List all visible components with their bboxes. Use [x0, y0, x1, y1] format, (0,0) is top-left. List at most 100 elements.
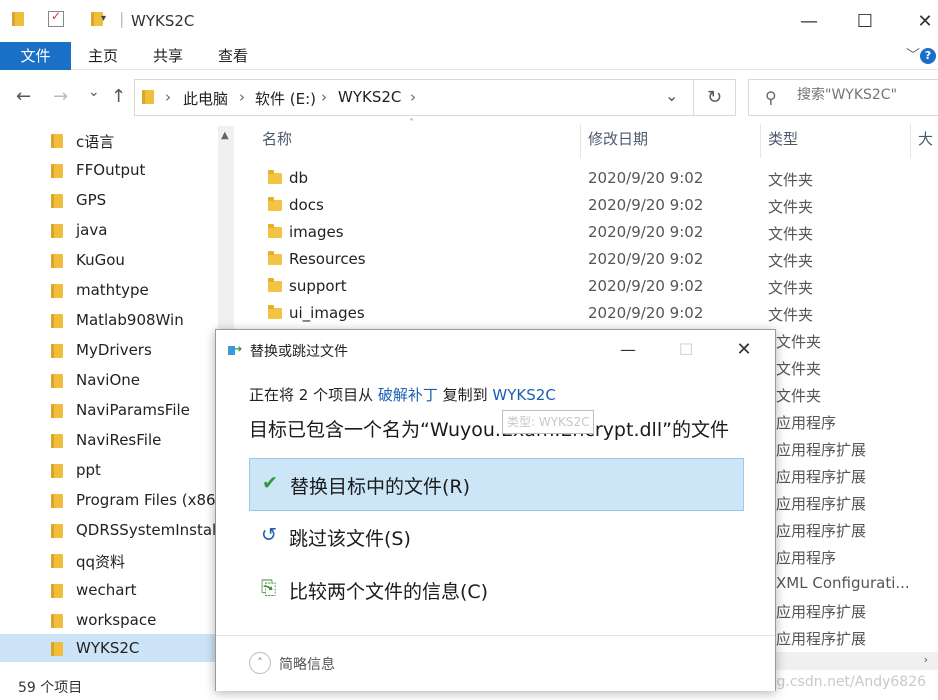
folder-icon — [51, 344, 63, 358]
file-row[interactable]: db 2020/9/20 9:02 文件夹 — [248, 165, 938, 192]
breadcrumb-wyks2c[interactable]: WYKS2C — [338, 88, 401, 106]
column-header-date[interactable]: 修改日期 — [588, 128, 648, 156]
column-header-size[interactable]: 大 — [918, 128, 933, 156]
skip-arrow-icon: ↺ — [261, 524, 277, 546]
sidebar-item-label: wechart — [76, 581, 137, 599]
forward-arrow-icon[interactable]: → — [53, 86, 68, 107]
folder-icon — [268, 278, 282, 292]
sidebar-item[interactable]: workspace — [0, 606, 218, 636]
copy-progress-text: 正在将 2 个项目从 破解补丁 复制到 WYKS2C — [249, 384, 556, 405]
close-button[interactable]: ✕ — [905, 8, 938, 36]
breadcrumb-this-pc[interactable]: 此电脑 — [183, 88, 228, 109]
folder-icon — [51, 404, 63, 418]
folder-icon — [268, 305, 282, 319]
sidebar-item-label: java — [76, 221, 108, 239]
sidebar-item[interactable]: NaviParamsFile — [0, 396, 218, 426]
tab-view[interactable]: 查看 — [210, 42, 256, 70]
destination-folder-link[interactable]: WYKS2C — [492, 386, 555, 404]
breadcrumb-drive-e[interactable]: 软件 (E:) — [255, 88, 316, 109]
folder-icon — [51, 524, 63, 538]
folder-icon — [51, 134, 63, 148]
compare-files-option[interactable]: ⎘ 比较两个文件的信息(C) — [249, 564, 744, 617]
skip-file-option[interactable]: ↺ 跳过该文件(S) — [249, 511, 744, 564]
dialog-footer: ˄ 简略信息 — [216, 635, 775, 691]
column-divider[interactable] — [910, 124, 911, 158]
sort-ascending-icon: ˄ — [409, 118, 414, 129]
scroll-right-icon[interactable]: › — [924, 653, 928, 666]
help-icon[interactable]: ? — [920, 48, 936, 64]
sidebar-item[interactable]: QDRSSystemInstall — [0, 516, 220, 546]
tab-file[interactable]: 文件 — [0, 42, 71, 70]
sidebar-item[interactable]: mathtype — [0, 276, 218, 306]
sidebar-item[interactable]: qq资料 — [0, 546, 218, 576]
file-row[interactable]: docs 2020/9/20 9:02 文件夹 — [248, 192, 938, 219]
sidebar-item[interactable]: c语言 — [0, 126, 218, 156]
file-type: 文件夹 — [776, 360, 822, 378]
replace-file-option[interactable]: ✔ 替换目标中的文件(R) — [249, 458, 744, 511]
copy-files-icon: ➜ — [228, 344, 244, 356]
file-row[interactable]: support 2020/9/20 9:02 文件夹 — [248, 273, 938, 300]
sidebar-item[interactable]: FFOutput — [0, 156, 218, 186]
tab-share[interactable]: 共享 — [145, 42, 191, 70]
sidebar-item[interactable]: Program Files (x86) — [0, 486, 221, 516]
file-type: 应用程序扩展 — [776, 630, 867, 648]
sidebar-item-selected[interactable]: WYKS2C — [0, 634, 218, 662]
option-label: 比较两个文件的信息(C) — [289, 581, 489, 603]
column-header-name[interactable]: 名称 — [262, 128, 292, 156]
sidebar-item[interactable]: GPS — [0, 186, 218, 216]
back-arrow-icon[interactable]: ← — [16, 86, 31, 107]
file-row[interactable]: images 2020/9/20 9:02 文件夹 — [248, 219, 938, 246]
sidebar-item[interactable]: wechart — [0, 576, 218, 606]
sidebar-item-label: c语言 — [76, 133, 115, 151]
sidebar-item[interactable]: NaviResFile — [0, 426, 218, 456]
refresh-icon[interactable]: ↻ — [694, 79, 736, 116]
column-header-type[interactable]: 类型 — [768, 128, 798, 156]
tab-home[interactable]: 主页 — [80, 42, 126, 70]
folder-icon — [51, 254, 63, 268]
sidebar-item[interactable]: MyDrivers — [0, 336, 218, 366]
source-folder-link[interactable]: 破解补丁 — [378, 386, 438, 404]
collapse-chevron-icon[interactable]: ˄ — [249, 652, 271, 674]
file-date: 2020/9/20 9:02 — [588, 169, 704, 187]
file-row[interactable]: Resources 2020/9/20 9:02 文件夹 — [248, 246, 938, 273]
sidebar-item-label: KuGou — [76, 251, 125, 269]
maximize-button[interactable]: ☐ — [845, 8, 885, 36]
file-date: 2020/9/20 9:02 — [588, 196, 704, 214]
dialog-minimize-button[interactable]: — — [608, 336, 648, 364]
folder-icon — [268, 224, 282, 238]
sidebar-item[interactable]: ppt — [0, 456, 218, 486]
file-date: 2020/9/20 9:02 — [588, 250, 704, 268]
folder-icon — [51, 374, 63, 388]
breadcrumb-separator[interactable]: › — [165, 88, 171, 106]
sidebar-item-label: GPS — [76, 191, 107, 209]
sidebar-item[interactable]: KuGou — [0, 246, 218, 276]
recent-locations-icon[interactable]: ⌄ — [88, 84, 100, 100]
breadcrumb-separator[interactable]: › — [239, 88, 245, 106]
file-row[interactable]: ui_images 2020/9/20 9:02 文件夹 — [248, 300, 938, 327]
breadcrumb-separator[interactable]: › — [321, 88, 327, 106]
address-dropdown-icon[interactable]: ⌄ — [665, 86, 678, 105]
address-bar[interactable]: › 此电脑 › 软件 (E:) › WYKS2C › ⌄ — [134, 79, 694, 116]
search-box[interactable]: ⚲ — [748, 79, 938, 116]
option-label: 跳过该文件(S) — [289, 528, 411, 550]
scroll-up-icon[interactable]: ▲ — [221, 130, 229, 141]
sidebar-item[interactable]: Matlab908Win — [0, 306, 218, 336]
properties-icon[interactable]: ✓ — [48, 9, 64, 27]
breadcrumb-separator[interactable]: › — [410, 88, 416, 106]
fewer-details-link[interactable]: 简略信息 — [279, 654, 335, 674]
conflict-heading: 目标已包含一个名为“Wuyou.Exam.Encrypt.dll”的文件 — [249, 419, 729, 441]
customize-toolbar-icon[interactable]: ▾ — [101, 13, 106, 24]
file-type: 应用程序扩展 — [776, 603, 867, 621]
dialog-close-button[interactable]: ✕ — [724, 336, 764, 364]
sidebar-item-label: WYKS2C — [76, 639, 140, 657]
file-name: support — [289, 277, 347, 295]
sidebar-item[interactable]: NaviOne — [0, 366, 218, 396]
file-type: 文件夹 — [768, 252, 814, 270]
search-input[interactable] — [797, 87, 937, 103]
minimize-button[interactable]: — — [789, 8, 829, 36]
sidebar-item[interactable]: java — [0, 216, 218, 246]
sidebar-item-label: workspace — [76, 611, 157, 629]
up-arrow-icon[interactable]: ↑ — [111, 86, 126, 107]
column-divider[interactable] — [580, 124, 581, 158]
column-divider[interactable] — [760, 124, 761, 158]
